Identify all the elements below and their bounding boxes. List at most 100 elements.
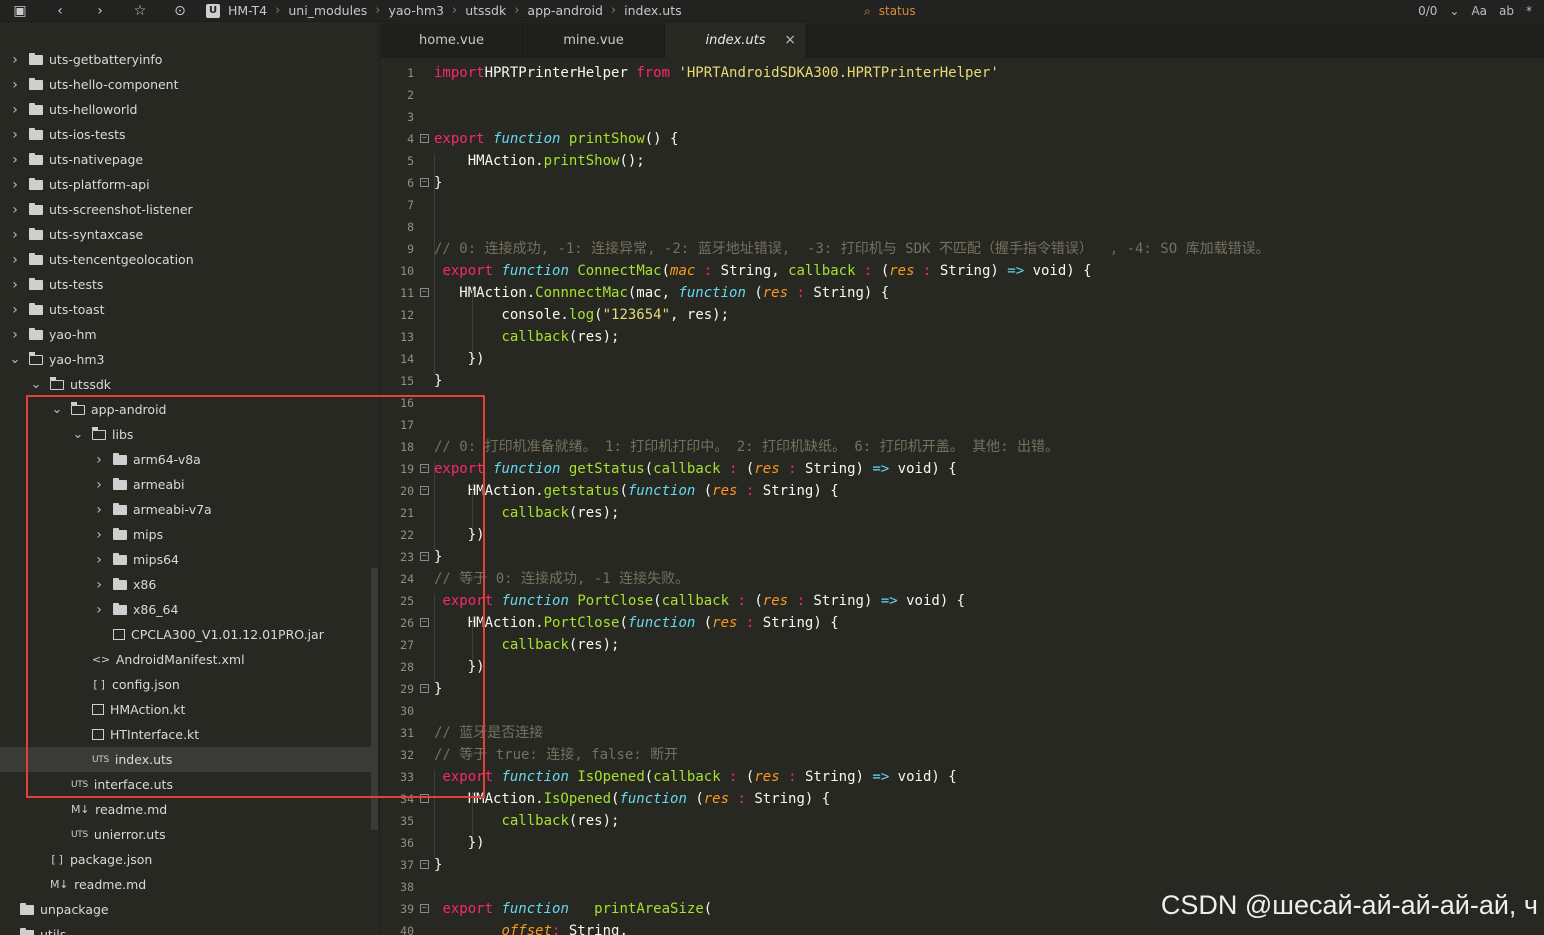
code-line[interactable]: 11− HMAction.ConnnectMac(mac, function (… <box>381 282 1544 304</box>
chevron-right-icon[interactable]: › <box>93 552 105 568</box>
tree-item[interactable]: › uts-tests <box>0 272 371 297</box>
tab-index-uts[interactable]: index.uts × <box>665 23 807 58</box>
fold-toggle-icon[interactable]: − <box>420 288 429 297</box>
forward-icon[interactable]: › <box>80 0 120 22</box>
tree-item[interactable]: › yao-hm <box>0 322 371 347</box>
chevron-right-icon[interactable]: › <box>9 202 21 218</box>
chevron-right-icon[interactable]: › <box>93 502 105 518</box>
code-line[interactable]: 14 }) <box>381 348 1544 370</box>
code-line[interactable]: 16 <box>381 392 1544 414</box>
chevron-down-icon[interactable]: ⌄ <box>1449 4 1459 18</box>
chevron-down-icon[interactable]: ⌄ <box>51 402 63 417</box>
tree-item[interactable]: <> AndroidManifest.xml <box>0 647 371 672</box>
tree-item[interactable]: UTS interface.uts <box>0 772 371 797</box>
chevron-right-icon[interactable]: › <box>9 302 21 318</box>
tree-item[interactable]: M↓ readme.md <box>0 797 371 822</box>
code-line[interactable]: 25 export function PortClose(callback : … <box>381 590 1544 612</box>
code-line[interactable]: 27 callback(res); <box>381 634 1544 656</box>
chevron-right-icon[interactable]: › <box>93 477 105 493</box>
chevron-right-icon[interactable]: › <box>9 327 21 343</box>
breadcrumb-item[interactable]: yao-hm3 <box>388 3 444 18</box>
chevron-right-icon[interactable]: › <box>9 227 21 243</box>
tree-item[interactable]: › mips <box>0 522 371 547</box>
tree-item[interactable]: › x86 <box>0 572 371 597</box>
tree-item[interactable]: › uts-helloworld <box>0 97 371 122</box>
tab-home-vue[interactable]: home.vue <box>381 23 523 58</box>
fold-toggle-icon[interactable]: − <box>420 178 429 187</box>
fold-toggle-icon[interactable]: − <box>420 860 429 869</box>
tree-item[interactable]: › uts-toast <box>0 297 371 322</box>
search-box[interactable]: ⌕ status <box>864 0 916 22</box>
code-line[interactable]: 24 // 等于 0: 连接成功, -1 连接失败。 <box>381 568 1544 590</box>
code-line[interactable]: 31 // 蓝牙是否连接 <box>381 722 1544 744</box>
tree-item[interactable]: › uts-screenshot-listener <box>0 197 371 222</box>
code-line[interactable]: 34− HMAction.IsOpened(function (res : St… <box>381 788 1544 810</box>
code-line[interactable]: 30 <box>381 700 1544 722</box>
fold-toggle-icon[interactable]: − <box>420 552 429 561</box>
run-icon[interactable]: ⊙ <box>160 0 200 22</box>
close-icon[interactable]: × <box>784 32 796 48</box>
code-line[interactable]: 7 <box>381 194 1544 216</box>
chevron-right-icon[interactable]: › <box>9 177 21 193</box>
fold-toggle-icon[interactable]: − <box>420 134 429 143</box>
code-line[interactable]: 35 callback(res); <box>381 810 1544 832</box>
code-line[interactable]: 29−} <box>381 678 1544 700</box>
tree-item[interactable]: [ ] config.json <box>0 672 371 697</box>
chevron-right-icon[interactable]: › <box>9 252 21 268</box>
tree-item[interactable]: ⌄ yao-hm3 <box>0 347 371 372</box>
code-line[interactable]: 3 <box>381 106 1544 128</box>
fold-toggle-icon[interactable]: − <box>420 684 429 693</box>
breadcrumb-item[interactable]: HM-T4 <box>228 3 267 18</box>
code-line[interactable]: 8 <box>381 216 1544 238</box>
tab-mine-vue[interactable]: mine.vue <box>523 23 665 58</box>
fold-toggle-icon[interactable]: − <box>420 464 429 473</box>
breadcrumb-item[interactable]: utssdk <box>465 3 506 18</box>
tree-item[interactable]: M↓ readme.md <box>0 872 371 897</box>
code-line[interactable]: 32 // 等于 true: 连接, false: 断开 <box>381 744 1544 766</box>
code-line[interactable]: 2 <box>381 84 1544 106</box>
tree-item[interactable]: UTS index.uts <box>0 747 371 772</box>
tree-item[interactable]: unpackage <box>0 897 371 922</box>
code-line[interactable]: 23−} <box>381 546 1544 568</box>
code-line[interactable]: 33 export function IsOpened(callback : (… <box>381 766 1544 788</box>
regex-button[interactable]: * <box>1526 4 1532 18</box>
chevron-right-icon[interactable]: › <box>93 577 105 593</box>
tree-item[interactable]: [ ] package.json <box>0 847 371 872</box>
code-line[interactable]: 5 HMAction.printShow(); <box>381 150 1544 172</box>
code-line[interactable]: 1 importHPRTPrinterHelper from 'HPRTAndro… <box>381 62 1544 84</box>
tree-item[interactable]: › uts-syntaxcase <box>0 222 371 247</box>
tree-item[interactable]: ⌄ utssdk <box>0 372 371 397</box>
code-line[interactable]: 4− export function printShow() { <box>381 128 1544 150</box>
tree-item[interactable]: › mips64 <box>0 547 371 572</box>
tree-item[interactable]: › x86_64 <box>0 597 371 622</box>
tree-item[interactable]: ⌄ libs <box>0 422 371 447</box>
sidebar-scrollbar[interactable] <box>371 568 378 830</box>
fold-toggle-icon[interactable]: − <box>420 794 429 803</box>
tree-item[interactable]: ⌄ app-android <box>0 397 371 422</box>
code-line[interactable]: 6−} <box>381 172 1544 194</box>
fold-toggle-icon[interactable]: − <box>420 486 429 495</box>
code-line[interactable]: 21 callback(res); <box>381 502 1544 524</box>
chevron-right-icon[interactable]: › <box>9 277 21 293</box>
tree-item[interactable]: › armeabi <box>0 472 371 497</box>
chevron-right-icon[interactable]: › <box>93 602 105 618</box>
tree-item[interactable]: › uts-nativepage <box>0 147 371 172</box>
chevron-right-icon[interactable]: › <box>9 127 21 143</box>
code-line[interactable]: 9 // 0: 连接成功, -1: 连接异常, -2: 蓝牙地址错误, -3: 打… <box>381 238 1544 260</box>
chevron-down-icon[interactable]: ⌄ <box>9 352 21 367</box>
fold-toggle-icon[interactable]: − <box>420 618 429 627</box>
tree-item[interactable]: utils <box>0 922 371 935</box>
code-line[interactable]: 13 callback(res); <box>381 326 1544 348</box>
code-line[interactable]: 20− HMAction.getstatus(function (res : S… <box>381 480 1544 502</box>
tree-item[interactable]: UTS unierror.uts <box>0 822 371 847</box>
chevron-right-icon[interactable]: › <box>93 527 105 543</box>
tree-item[interactable]: › uts-ios-tests <box>0 122 371 147</box>
fold-toggle-icon[interactable]: − <box>420 904 429 913</box>
code-line[interactable]: 15} <box>381 370 1544 392</box>
code-line[interactable]: 12 console.log("123654", res); <box>381 304 1544 326</box>
chevron-right-icon[interactable]: › <box>93 452 105 468</box>
chevron-right-icon[interactable]: › <box>9 152 21 168</box>
code-line[interactable]: 19− export function getStatus(callback : … <box>381 458 1544 480</box>
code-line[interactable]: 37−} <box>381 854 1544 876</box>
code-line[interactable]: 17 <box>381 414 1544 436</box>
